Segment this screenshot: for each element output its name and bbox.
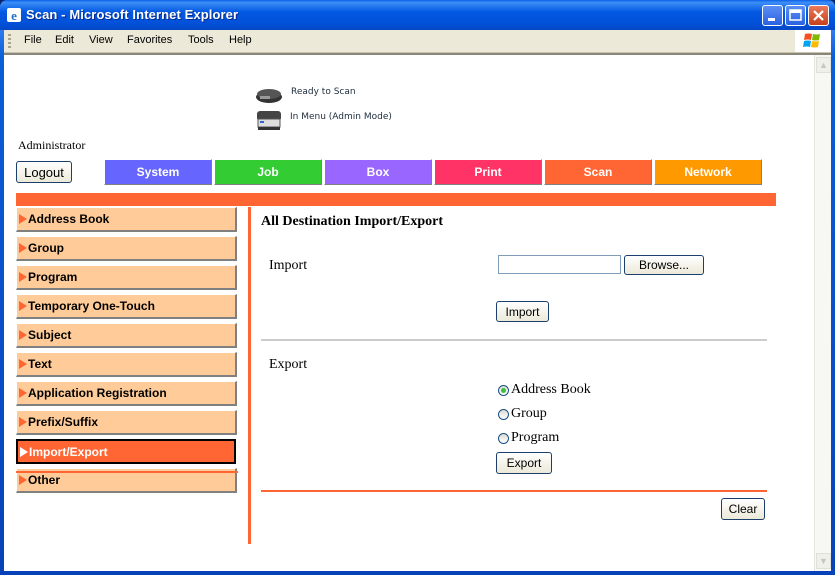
sidebar-item-label: Import/Export <box>29 445 108 459</box>
section-divider <box>261 339 767 341</box>
arrow-right-icon <box>19 330 27 340</box>
windows-logo <box>795 30 831 52</box>
sidebar-item-temporary-one-touch[interactable]: Temporary One-Touch <box>16 294 237 319</box>
device-admin-mode-icon <box>257 111 281 130</box>
vertical-scrollbar[interactable]: ▲ ▼ <box>814 55 831 571</box>
logout-button[interactable]: Logout <box>16 161 72 183</box>
export-button[interactable]: Export <box>496 452 552 474</box>
sidebar-item-group[interactable]: Group <box>16 236 237 261</box>
arrow-right-icon <box>19 272 27 282</box>
browse-button[interactable]: Browse... <box>624 255 704 275</box>
arrow-right-icon <box>19 417 27 427</box>
arrow-right-icon <box>19 301 27 311</box>
tab-job[interactable]: Job <box>214 159 322 185</box>
close-icon <box>813 10 824 21</box>
scanner-ready-icon <box>256 89 282 103</box>
radio-label: Program <box>511 430 560 445</box>
radio-program[interactable]: Program <box>498 430 559 446</box>
scroll-down-button[interactable]: ▼ <box>816 553 831 569</box>
sidebar-item-address-book[interactable]: Address Book <box>16 207 237 232</box>
arrow-right-icon <box>19 388 27 398</box>
minimize-icon <box>768 18 775 21</box>
import-button[interactable]: Import <box>496 301 549 322</box>
sidebar-item-label: Group <box>28 241 64 255</box>
clear-button[interactable]: Clear <box>721 498 765 520</box>
tab-box[interactable]: Box <box>324 159 432 185</box>
radio-button[interactable] <box>498 432 509 444</box>
menu-favorites[interactable]: Favorites <box>127 34 172 46</box>
maximize-button[interactable] <box>785 5 806 26</box>
menu-help[interactable]: Help <box>229 34 252 46</box>
browser-window: e Scan - Microsoft Internet Explorer Fil… <box>0 0 835 575</box>
arrow-right-icon <box>19 214 27 224</box>
tab-system[interactable]: System <box>104 159 212 185</box>
sidebar-item-label: Subject <box>28 328 72 342</box>
page-viewport: Ready to Scan In Menu (Admin Mode) Admin… <box>4 53 831 571</box>
main-tabs: System Job Box Print Scan Network <box>104 159 764 185</box>
radio-button[interactable] <box>498 384 509 396</box>
menu-bar: File Edit View Favorites Tools Help <box>4 30 831 53</box>
tab-network[interactable]: Network <box>654 159 762 185</box>
sidebar-item-import-export[interactable]: Import/Export <box>16 439 236 464</box>
sidebar-item-program[interactable]: Program <box>16 265 237 290</box>
radio-label: Group <box>511 406 547 421</box>
page-title: All Destination Import/Export <box>261 214 443 229</box>
scroll-up-button[interactable]: ▲ <box>816 57 831 73</box>
sidebar-item-label: Prefix/Suffix <box>28 415 99 429</box>
export-label: Export <box>269 357 308 372</box>
import-label: Import <box>269 258 308 273</box>
chevron-down-icon: ▼ <box>819 556 828 566</box>
sidebar: Address Book Group Program Temporary One… <box>16 207 238 497</box>
title-bar: e Scan - Microsoft Internet Explorer <box>0 0 835 30</box>
arrow-right-icon <box>20 447 28 457</box>
sidebar-bottom-divider <box>16 471 238 473</box>
user-role-label: Administrator <box>18 138 86 152</box>
toolbar-grip[interactable] <box>8 34 11 49</box>
close-button[interactable] <box>808 5 829 26</box>
content-vertical-divider <box>248 207 251 544</box>
tab-print[interactable]: Print <box>434 159 542 185</box>
status-ready: Ready to Scan <box>291 87 356 97</box>
window-title: Scan - Microsoft Internet Explorer <box>26 7 239 22</box>
sidebar-item-label: Application Registration <box>28 386 167 400</box>
radio-group[interactable]: Group <box>498 406 547 422</box>
svg-text:e: e <box>11 8 17 23</box>
ie-logo-icon: e <box>7 8 21 23</box>
minimize-button[interactable] <box>762 5 783 26</box>
maximize-icon <box>789 9 802 21</box>
sidebar-item-label: Program <box>28 270 78 284</box>
arrow-right-icon <box>19 359 27 369</box>
sidebar-item-label: Text <box>28 357 52 371</box>
menu-tools[interactable]: Tools <box>188 34 214 46</box>
sidebar-item-subject[interactable]: Subject <box>16 323 237 348</box>
arrow-right-icon <box>19 475 27 485</box>
arrow-right-icon <box>19 243 27 253</box>
radio-button[interactable] <box>498 408 509 420</box>
radio-address-book[interactable]: Address Book <box>498 382 591 398</box>
menu-file[interactable]: File <box>24 34 42 46</box>
menu-edit[interactable]: Edit <box>55 34 74 46</box>
radio-label: Address Book <box>511 382 591 397</box>
windows-flag-icon <box>803 33 820 48</box>
chevron-up-icon: ▲ <box>819 60 828 70</box>
sidebar-item-label: Address Book <box>28 212 110 226</box>
status-mode: In Menu (Admin Mode) <box>290 112 392 122</box>
sidebar-item-text[interactable]: Text <box>16 352 237 377</box>
header-divider <box>16 193 776 206</box>
import-file-input[interactable] <box>498 255 621 274</box>
sidebar-item-label: Temporary One-Touch <box>28 299 155 313</box>
menu-view[interactable]: View <box>89 34 113 46</box>
tab-scan[interactable]: Scan <box>544 159 652 185</box>
sidebar-item-prefix-suffix[interactable]: Prefix/Suffix <box>16 410 237 435</box>
footer-divider <box>261 490 767 492</box>
sidebar-item-application-registration[interactable]: Application Registration <box>16 381 237 406</box>
